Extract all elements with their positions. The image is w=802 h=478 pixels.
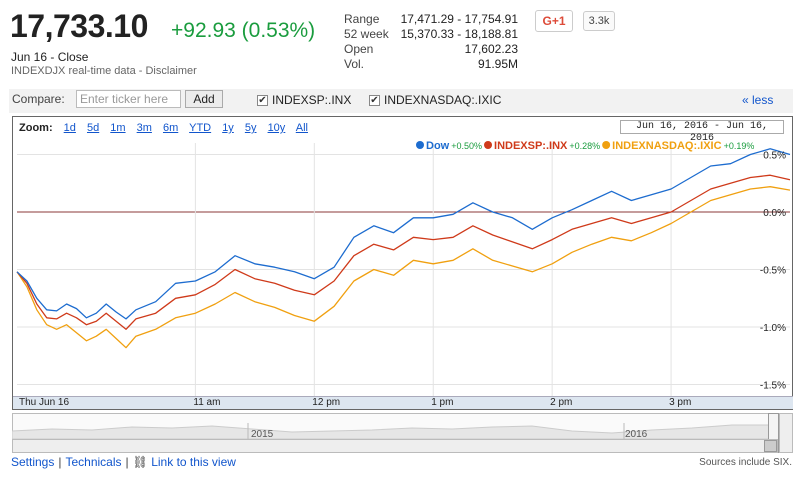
legend-value-dow: +0.50% <box>451 141 482 151</box>
sources-note: Sources include SIX. <box>699 457 792 468</box>
y-tick-label: 0.5% <box>763 151 786 162</box>
legend-name-ixic: INDEXNASDAQ:.IXIC <box>612 140 721 152</box>
legend-name-inx: INDEXSP:.INX <box>494 140 568 152</box>
legend-dot-ixic <box>602 141 611 149</box>
series-line-inx <box>16 174 791 330</box>
x-tick-label: 11 am <box>193 397 221 408</box>
link-icon: ⛓ <box>132 455 148 469</box>
legend-value-ixic: +0.19% <box>724 141 755 151</box>
y-tick-label: -1.0% <box>760 323 786 334</box>
navigator-mini-chart <box>12 423 769 439</box>
navigator-scrollbar[interactable] <box>12 439 778 453</box>
series-line-dow <box>16 148 791 320</box>
footer-links: Settings | Technicals | ⛓ Link to this view <box>11 455 236 469</box>
x-tick-label: 12 pm <box>312 397 341 408</box>
x-tick-label: Thu Jun 16 <box>19 397 70 408</box>
y-tick-label: 0.0% <box>763 208 786 219</box>
settings-link[interactable]: Settings <box>11 455 54 469</box>
x-tick-label: 2 pm <box>550 397 573 408</box>
legend-name-dow: Dow <box>426 140 450 152</box>
navigator-right-scroll[interactable] <box>779 413 793 453</box>
legend-dot-dow <box>416 141 424 149</box>
x-tick-label: 3 pm <box>669 397 692 408</box>
link-to-view[interactable]: Link to this view <box>151 455 236 469</box>
x-tick-label: 1 pm <box>431 397 454 408</box>
navigator-scroll-thumb[interactable] <box>764 440 777 452</box>
legend-value-inx: +0.28% <box>569 141 600 151</box>
legend-dot-inx <box>484 141 493 149</box>
y-tick-label: -0.5% <box>760 266 786 277</box>
y-tick-label: -1.5% <box>760 381 786 392</box>
technicals-link[interactable]: Technicals <box>65 455 121 469</box>
